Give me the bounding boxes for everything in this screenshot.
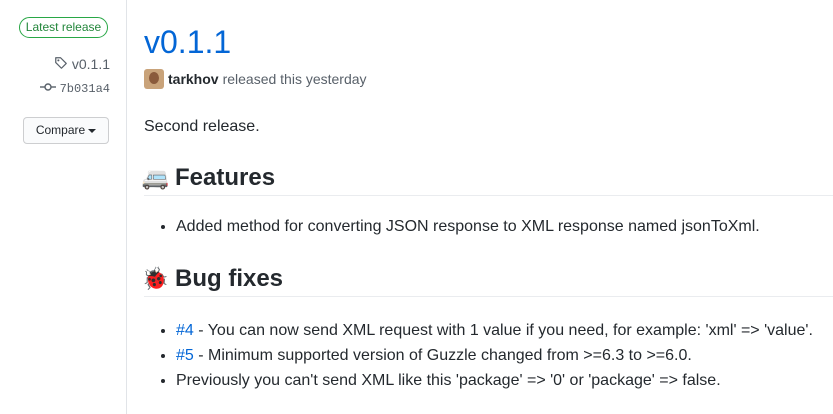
caret-down-icon [88,128,97,133]
features-heading: 🚐 Features [141,161,833,196]
minibus-icon: 🚐 [141,165,170,190]
lady-beetle-icon: 🐞 [141,266,170,291]
latest-release-badge: Latest release [19,17,108,38]
issue-link-4[interactable]: #4 [176,322,194,339]
author-link[interactable]: tarkhov [168,71,219,87]
list-item: Previously you can't send XML like this … [176,370,813,392]
features-heading-text: Features [175,164,276,191]
commit-icon [39,82,56,96]
tag-name: v0.1.1 [71,56,110,72]
bug-fixes-heading-text: Bug fixes [175,265,284,292]
compare-button[interactable]: Compare [23,117,109,144]
list-item: #5 - Minimum supported version of Guzzle… [176,345,813,367]
commit-sha: 7b031a4 [59,82,110,96]
tag-link[interactable]: v0.1.1 [54,55,110,73]
list-item: Added method for converting JSON respons… [176,216,760,238]
compare-label: Compare [35,123,86,137]
release-title[interactable]: v0.1.1 [144,22,231,62]
tag-icon [54,56,68,73]
features-list: Added method for converting JSON respons… [144,216,760,241]
release-meta: tarkhov released this yesterday [144,68,367,90]
bug-fixes-list: #4 - You can now send XML request with 1… [144,320,813,395]
issue-link-5[interactable]: #5 [176,347,194,364]
list-item-text: - Minimum supported version of Guzzle ch… [193,347,692,364]
released-text: released this yesterday [222,71,367,87]
release-sidebar: Latest release v0.1.1 7b031a4 Compare [0,0,127,414]
release-intro: Second release. [144,118,260,135]
list-item-text: Previously you can't send XML like this … [176,372,721,389]
commit-link[interactable]: 7b031a4 [39,81,110,97]
list-item-text: - You can now send XML request with 1 va… [193,322,813,339]
avatar[interactable] [144,69,164,89]
bug-fixes-heading: 🐞 Bug fixes [141,262,833,297]
list-item: #4 - You can now send XML request with 1… [176,320,813,342]
